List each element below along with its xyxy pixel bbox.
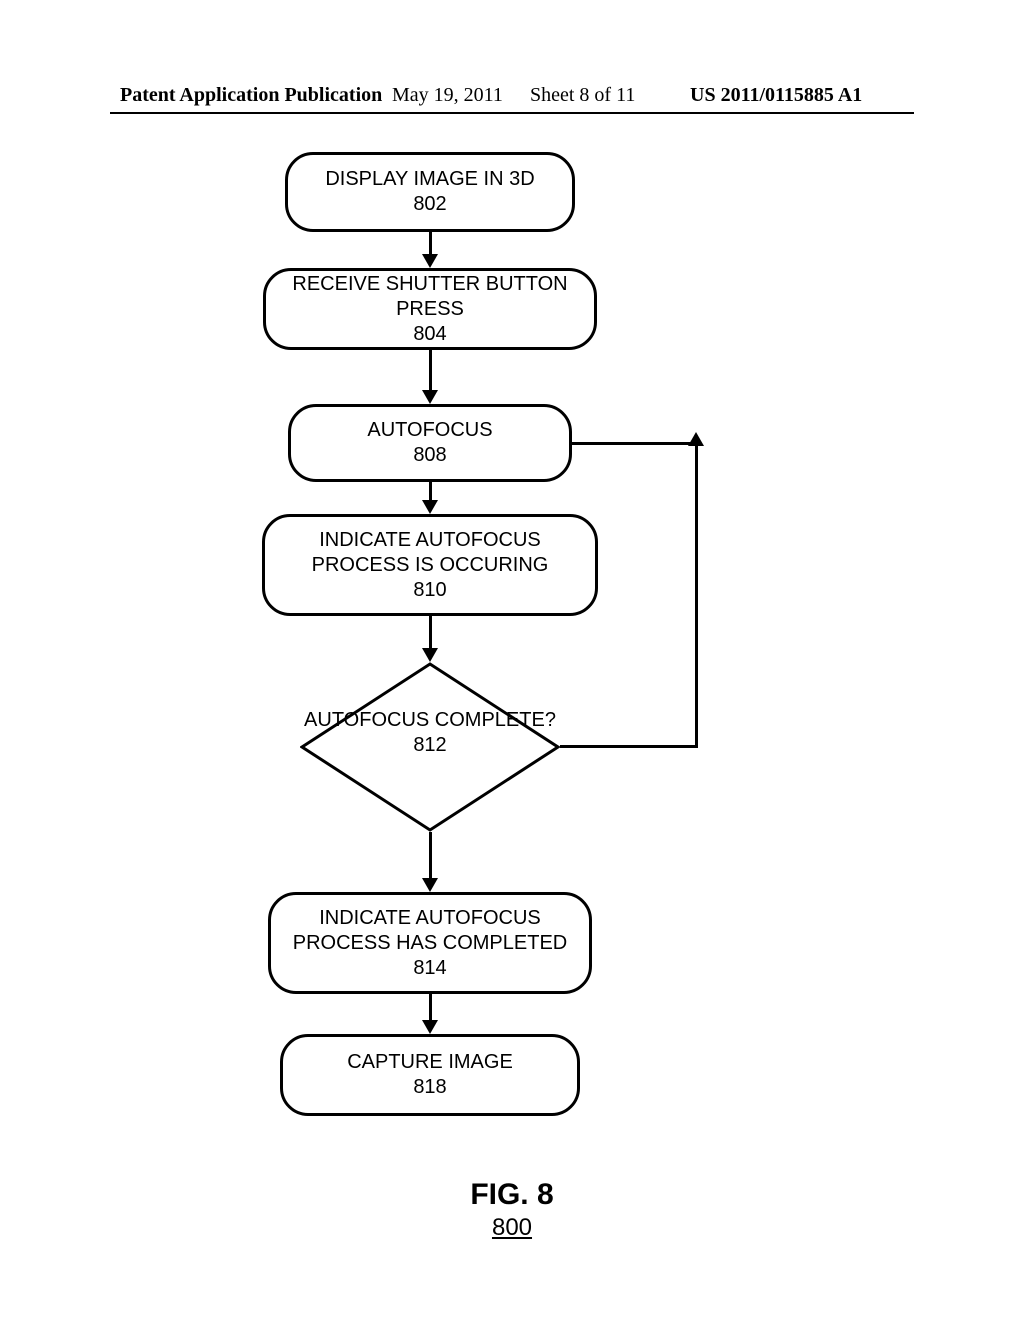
arrow-feedback-vertical xyxy=(695,444,698,748)
step-label: AUTOFOCUS xyxy=(367,418,492,443)
arrow-head-icon xyxy=(422,390,438,404)
step-indicate-af-occurring: INDICATE AUTOFOCUS PROCESS IS OCCURING 8… xyxy=(262,514,598,616)
figure-label: FIG. 8 xyxy=(0,1178,1024,1212)
arrow-head-icon xyxy=(422,878,438,892)
step-label: INDICATE AUTOFOCUS PROCESS HAS COMPLETED xyxy=(279,906,581,956)
arrow-feedback-horizontal xyxy=(560,745,698,748)
header-sheet: Sheet 8 of 11 xyxy=(530,84,635,107)
step-indicate-af-complete: INDICATE AUTOFOCUS PROCESS HAS COMPLETED… xyxy=(268,892,592,994)
step-number: 808 xyxy=(413,443,446,468)
arrow xyxy=(429,616,432,650)
figure-caption: FIG. 8 800 xyxy=(0,1178,1024,1242)
step-label: RECEIVE SHUTTER BUTTON PRESS xyxy=(274,272,586,322)
header-date: May 19, 2011 xyxy=(392,84,503,107)
arrow-head-icon xyxy=(422,500,438,514)
arrow-head-icon xyxy=(688,432,704,446)
step-number: 818 xyxy=(413,1075,446,1100)
arrow xyxy=(429,482,432,502)
header-doc-number: US 2011/0115885 A1 xyxy=(690,84,862,107)
step-number: 804 xyxy=(413,322,446,347)
arrow-head-icon xyxy=(422,1020,438,1034)
step-number: 810 xyxy=(413,578,446,603)
page-header: Patent Application Publication May 19, 2… xyxy=(0,84,1024,114)
decision-label: AUTOFOCUS COMPLETE? xyxy=(300,708,560,733)
step-capture-image: CAPTURE IMAGE 818 xyxy=(280,1034,580,1116)
decision-number: 812 xyxy=(300,733,560,758)
arrow xyxy=(429,994,432,1022)
decision-autofocus-complete: AUTOFOCUS COMPLETE? 812 xyxy=(300,662,560,832)
figure-number: 800 xyxy=(0,1214,1024,1242)
step-label: INDICATE AUTOFOCUS PROCESS IS OCCURING xyxy=(273,528,587,578)
step-display-image-3d: DISPLAY IMAGE IN 3D 802 xyxy=(285,152,575,232)
arrow-head-icon xyxy=(422,254,438,268)
step-label: CAPTURE IMAGE xyxy=(347,1050,513,1075)
arrow-head-icon xyxy=(422,648,438,662)
arrow xyxy=(429,350,432,392)
arrow xyxy=(429,232,432,256)
step-number: 802 xyxy=(413,192,446,217)
arrow xyxy=(429,832,432,880)
step-receive-shutter: RECEIVE SHUTTER BUTTON PRESS 804 xyxy=(263,268,597,350)
step-number: 814 xyxy=(413,956,446,981)
header-rule xyxy=(110,112,914,114)
arrow-feedback-top xyxy=(572,442,698,445)
flowchart: DISPLAY IMAGE IN 3D 802 RECEIVE SHUTTER … xyxy=(0,144,1024,1144)
step-label: DISPLAY IMAGE IN 3D xyxy=(325,167,534,192)
header-publication-type: Patent Application Publication xyxy=(120,84,382,107)
step-autofocus: AUTOFOCUS 808 xyxy=(288,404,572,482)
